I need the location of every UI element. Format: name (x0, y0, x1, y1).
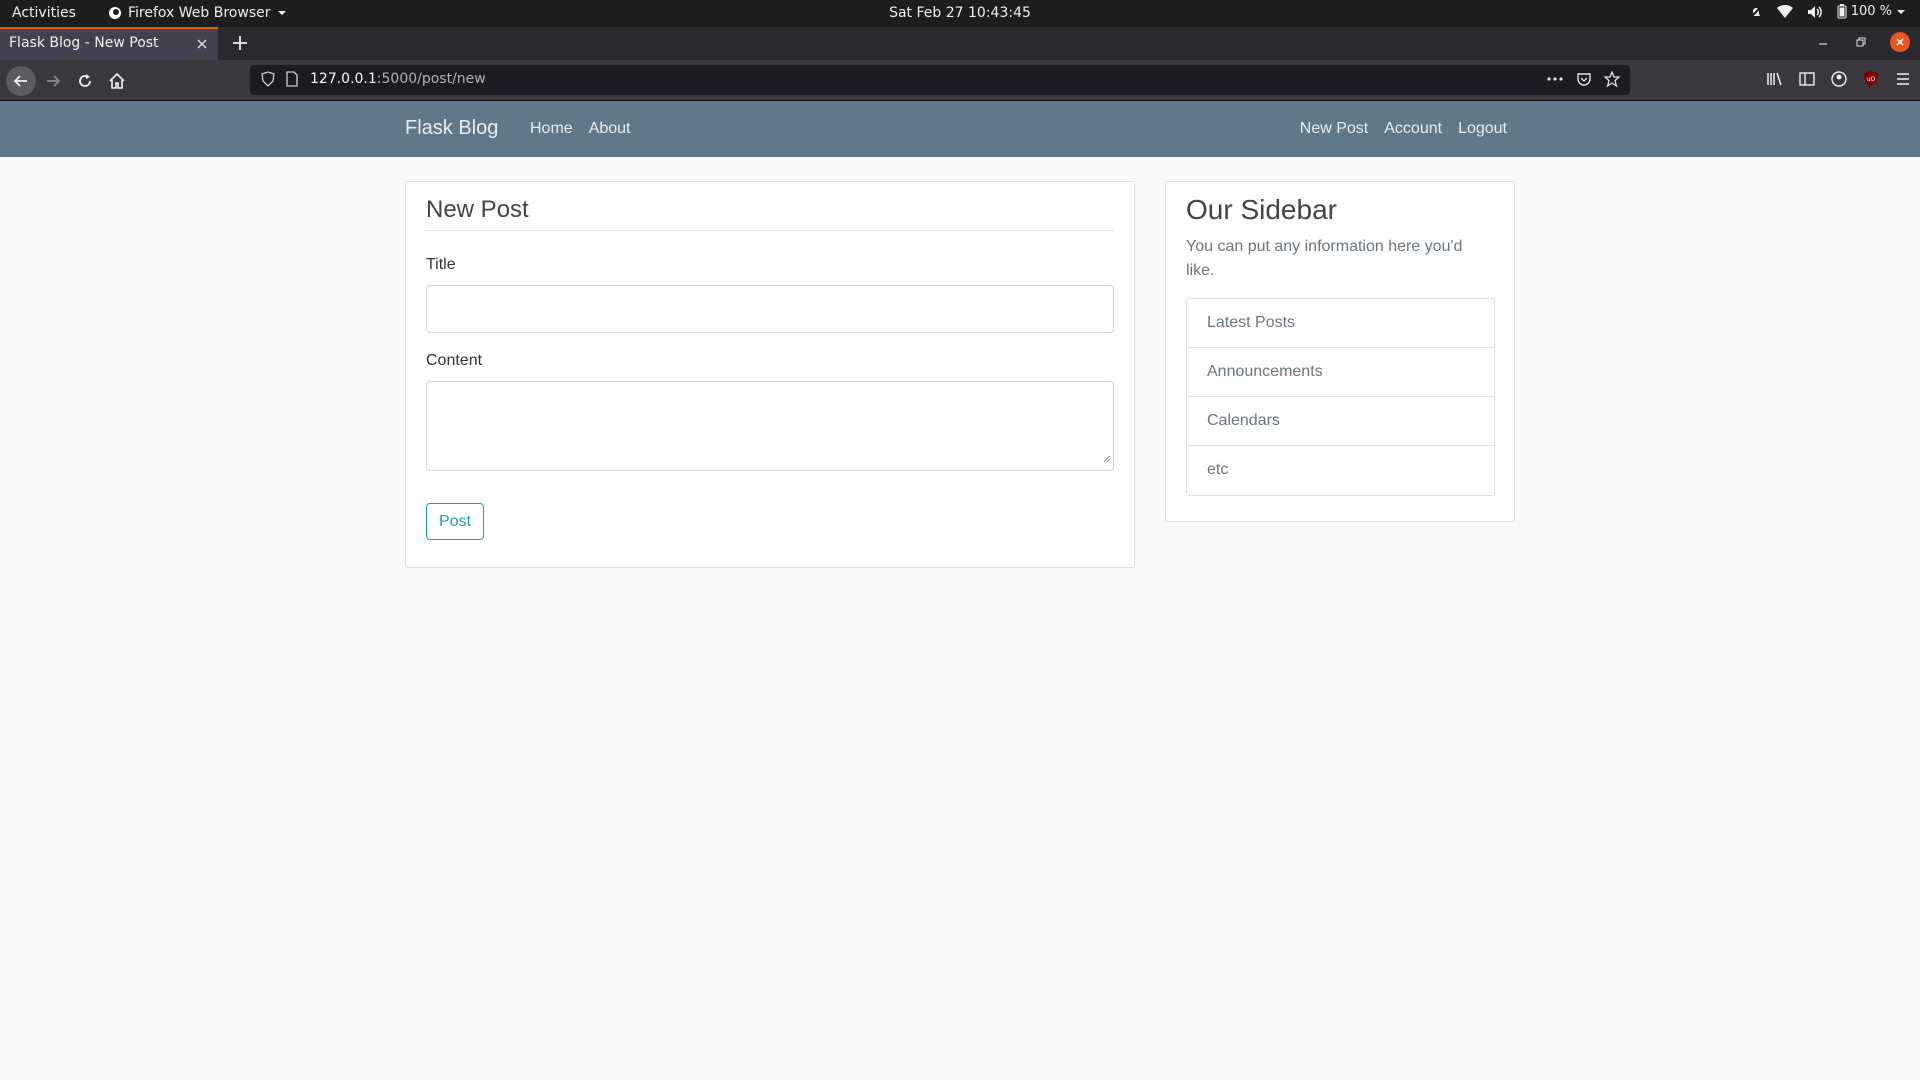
library-icon[interactable] (1766, 70, 1784, 92)
battery-percent: 100 % (1850, 4, 1892, 19)
sidebar-item-calendars[interactable]: Calendars (1187, 397, 1494, 446)
notification-icon[interactable] (1749, 5, 1763, 19)
close-icon[interactable] (194, 36, 210, 52)
clock[interactable]: Sat Feb 27 10:43:45 (0, 5, 1920, 21)
form-legend: New Post (426, 196, 1114, 231)
url-host: 127.0.0.1 (310, 71, 377, 87)
sidebar-item-announcements[interactable]: Announcements (1187, 348, 1494, 397)
toolbar-right: uO (1766, 70, 1912, 92)
more-icon[interactable] (1546, 71, 1564, 91)
post-submit-button[interactable]: Post (426, 503, 484, 540)
tab-title: Flask Blog - New Post (9, 35, 159, 51)
nav-account-link[interactable]: Account (1384, 120, 1442, 138)
nav-left: Home About (530, 120, 631, 138)
url-bar[interactable]: 127.0.0.1:5000/post/new (250, 65, 1630, 95)
new-post-card: New Post Title Content Post (405, 181, 1135, 568)
account-icon[interactable] (1830, 70, 1848, 92)
nav-right: New Post Account Logout (1300, 120, 1507, 138)
window-controls (1814, 32, 1910, 52)
battery-indicator[interactable]: 100 % (1837, 4, 1906, 19)
wifi-icon[interactable] (1776, 4, 1793, 19)
page-icon[interactable] (285, 71, 299, 91)
title-input[interactable] (426, 285, 1114, 333)
reload-icon[interactable] (72, 68, 98, 94)
content-textarea[interactable] (426, 381, 1114, 471)
nav-new-post-link[interactable]: New Post (1300, 120, 1368, 138)
system-tray[interactable]: 100 % (1749, 4, 1906, 19)
tab-strip: Flask Blog - New Post (0, 27, 1920, 60)
battery-icon (1837, 4, 1847, 19)
content-label: Content (426, 352, 483, 369)
svg-text:uO: uO (1867, 76, 1876, 83)
new-tab-icon[interactable] (230, 33, 250, 53)
back-icon[interactable] (6, 66, 36, 96)
sidebar-title: Our Sidebar (1186, 194, 1337, 225)
url-path: :5000/post/new (376, 71, 486, 87)
title-label: Title (426, 256, 456, 273)
nav-logout-link[interactable]: Logout (1458, 120, 1507, 138)
sidebar-card: Our Sidebar You can put any information … (1165, 181, 1515, 522)
brand-link[interactable]: Flask Blog (405, 117, 498, 140)
url-actions (1546, 70, 1621, 91)
window-close-icon[interactable] (1890, 32, 1910, 52)
pocket-icon[interactable] (1576, 71, 1592, 91)
site-navbar: Flask Blog Home About New Post Account L… (0, 101, 1920, 157)
chevron-down-icon (1896, 7, 1906, 17)
sidebar-list: Latest Posts Announcements Calendars etc (1186, 298, 1495, 496)
system-top-bar: Activities Firefox Web Browser Sat Feb 2… (0, 0, 1920, 27)
sidebar-description: You can put any information here you'd l… (1186, 238, 1463, 279)
minimize-icon[interactable] (1814, 33, 1832, 51)
restore-icon[interactable] (1852, 33, 1870, 51)
volume-icon[interactable] (1807, 5, 1823, 19)
resize-grip-icon[interactable] (1103, 450, 1111, 468)
tab-active[interactable]: Flask Blog - New Post (0, 27, 218, 60)
forward-icon[interactable] (40, 68, 66, 94)
browser-toolbar: 127.0.0.1:5000/post/new uO (0, 60, 1920, 101)
star-icon[interactable] (1603, 70, 1621, 91)
url-text[interactable]: 127.0.0.1:5000/post/new (310, 71, 486, 87)
home-icon[interactable] (104, 68, 130, 94)
shield-icon[interactable] (260, 71, 276, 91)
nav-about-link[interactable]: About (589, 120, 631, 138)
ublock-icon[interactable]: uO (1862, 70, 1880, 92)
nav-home-link[interactable]: Home (530, 120, 573, 138)
sidebar-item-etc[interactable]: etc (1187, 446, 1494, 495)
sidebar-icon[interactable] (1798, 70, 1816, 92)
sidebar-item-latest-posts[interactable]: Latest Posts (1187, 299, 1494, 348)
menu-icon[interactable] (1894, 70, 1912, 92)
